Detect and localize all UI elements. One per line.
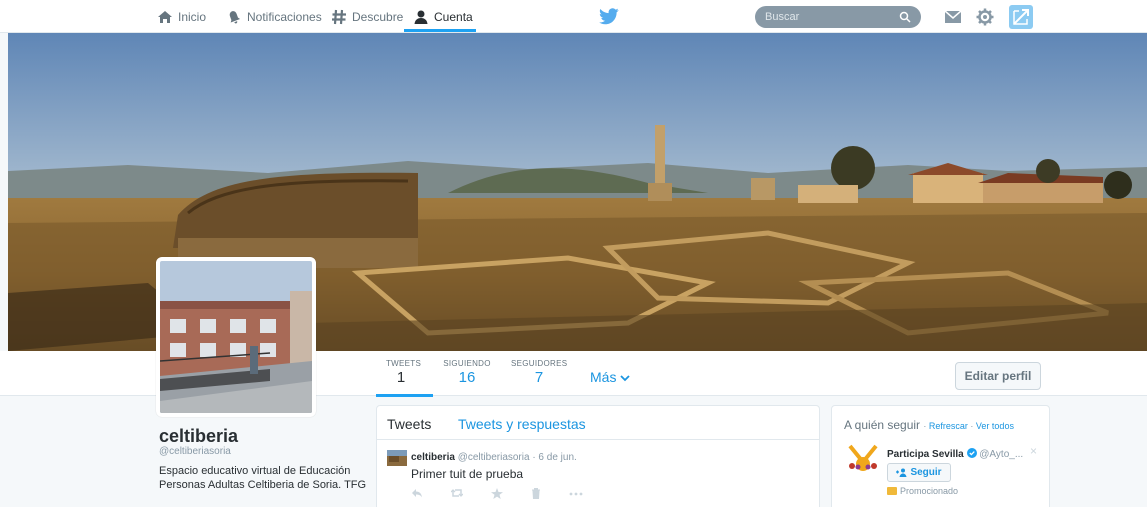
favorite-star-icon[interactable] (491, 488, 503, 499)
search-input[interactable] (765, 11, 895, 23)
nav-notifications-label: Notificaciones (247, 9, 322, 24)
dismiss-close-icon[interactable]: × (1030, 444, 1037, 458)
hashtag-icon (332, 9, 346, 24)
verified-badge-icon (966, 448, 977, 458)
suggested-account: Participa Sevilla @Ayto_... (887, 448, 1023, 460)
stat-tweets-label: TWEETS (386, 359, 422, 368)
follow-person-plus-icon (896, 468, 907, 477)
nav-notifications[interactable]: Notificaciones (226, 0, 322, 33)
reply-icon[interactable] (411, 488, 423, 498)
follow-label: Seguir (910, 467, 942, 478)
delete-trash-icon[interactable] (531, 488, 541, 499)
nav-home-label: Inicio (178, 9, 207, 24)
retweet-icon[interactable] (451, 488, 463, 498)
gear-icon[interactable] (975, 7, 995, 27)
follow-button[interactable]: Seguir (887, 463, 951, 482)
promoted-indicator: Promocionado (887, 486, 958, 496)
view-all-link[interactable]: Ver todos (976, 421, 1014, 431)
refresh-link[interactable]: Refrescar (929, 421, 968, 431)
promoted-label: Promocionado (900, 486, 959, 496)
tweet-author-avatar[interactable] (387, 450, 407, 466)
tab-tweets[interactable]: Tweets (387, 416, 431, 432)
stat-tweets-value: 1 (396, 369, 406, 386)
who-to-follow-panel: A quién seguir · Refrescar · Ver todos P… (831, 405, 1050, 507)
active-stat-indicator (376, 394, 433, 397)
edit-profile-button[interactable]: Editar perfil (955, 362, 1041, 390)
twitter-bird-icon[interactable] (599, 8, 619, 25)
more-dropdown[interactable]: Más (590, 369, 630, 385)
who-to-follow-header: A quién seguir · Refrescar · Ver todos (844, 418, 1014, 432)
timeline-tabs: Tweets Tweets y respuestas (377, 406, 819, 440)
nav-home[interactable]: Inicio (157, 0, 206, 33)
quill-icon (1013, 9, 1029, 25)
more-options-icon[interactable] (569, 492, 583, 496)
tab-tweets-and-replies[interactable]: Tweets y respuestas (458, 416, 586, 432)
home-icon (158, 10, 172, 23)
stat-followers-label: SEGUIDORES (511, 359, 568, 368)
person-icon (414, 10, 428, 24)
envelope-icon[interactable] (943, 7, 963, 27)
suggested-account-handle: @Ayto_... (979, 449, 1024, 460)
profile-handle: @celtiberiasoria (159, 446, 231, 457)
suggested-account-name[interactable]: Participa Sevilla (887, 449, 964, 460)
stat-following-label: SIGUIENDO (443, 359, 491, 368)
search-icon[interactable] (899, 11, 911, 23)
tweet-meta: @celtiberiasoria · 6 de jun. (457, 452, 577, 463)
suggested-account-avatar[interactable] (844, 442, 882, 474)
stat-following-value: 16 (458, 369, 476, 386)
active-tab-indicator (404, 29, 476, 32)
stat-following[interactable]: SIGUIENDO 16 (443, 359, 491, 386)
stat-tweets[interactable]: TWEETS 1 (386, 359, 422, 386)
top-navigation-bar: Inicio Notificaciones Descubre Cuenta (0, 0, 1147, 33)
stat-followers-value: 7 (534, 369, 544, 386)
chevron-down-icon (620, 375, 630, 382)
search-box[interactable] (755, 6, 921, 28)
tweet-author: celtiberia @celtiberiasoria · 6 de jun. (411, 452, 577, 463)
profile-name: celtiberia (159, 426, 239, 446)
compose-tweet-button[interactable] (1009, 5, 1033, 29)
timeline-panel: Tweets Tweets y respuestas celtiberia @c… (376, 405, 820, 507)
nav-discover-label: Descubre (352, 9, 404, 24)
who-to-follow-title: A quién seguir (844, 418, 921, 432)
tweet-author-name[interactable]: celtiberia (411, 452, 455, 463)
profile-bio: Espacio educativo virtual de Educación P… (159, 465, 367, 491)
nav-discover[interactable]: Descubre (331, 0, 403, 33)
tweet-text: Primer tuit de prueba (411, 467, 524, 481)
nav-account-label: Cuenta (434, 9, 473, 24)
bell-icon (229, 10, 241, 23)
promoted-icon (887, 487, 897, 495)
tweet-actions (411, 488, 583, 499)
stat-followers[interactable]: SEGUIDORES 7 (511, 359, 567, 386)
more-label: Más (590, 369, 617, 385)
profile-avatar[interactable] (156, 257, 316, 417)
